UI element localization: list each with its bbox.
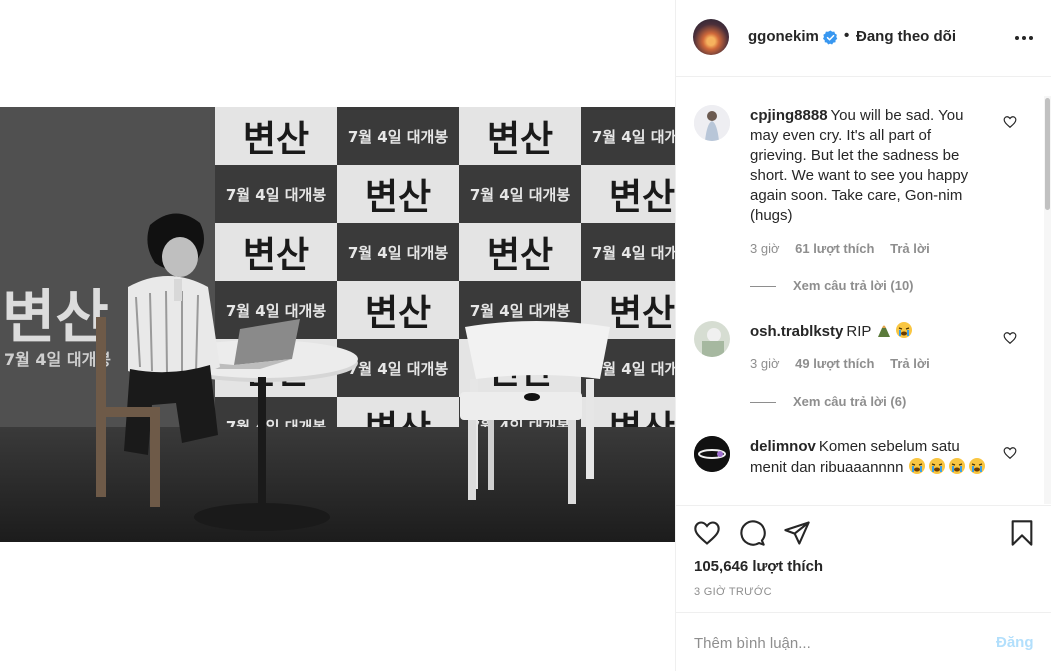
share-icon[interactable] xyxy=(783,519,811,547)
view-replies-label[interactable]: Xem câu trả lời (10) xyxy=(793,278,914,293)
photo-image: 변산7월 4일 대개봉변산7월 4일 대개봉7월 4일 대개봉변산7월 4일 대… xyxy=(0,107,675,542)
comment-text: cpjing8888 You will be sad. You may even … xyxy=(750,106,990,226)
verified-badge-icon xyxy=(823,30,838,45)
post-timestamp: 3 GIỜ TRƯỚC xyxy=(694,586,772,598)
comment-time: 3 giờ xyxy=(750,241,780,256)
svg-text:7월 4일 대개봉: 7월 4일 대개봉 xyxy=(4,350,111,369)
comment-content: RIP xyxy=(846,323,872,340)
comment-like-heart-icon[interactable] xyxy=(1003,331,1017,345)
backdrop-date-text: 7월 4일 대개봉 xyxy=(348,244,449,262)
backdrop-title-text: 변산 xyxy=(609,177,675,218)
comment-meta: 3 giờ 61 lượt thích Trả lời xyxy=(750,241,942,256)
comment-icon[interactable] xyxy=(738,519,766,547)
backdrop-title-text: 변산 xyxy=(243,119,309,160)
avatar-image xyxy=(694,436,730,472)
commenter-username[interactable]: osh.trablksty xyxy=(750,323,843,340)
post-actions: 105,646 lượt thích 3 GIỜ TRƯỚC xyxy=(676,505,1051,605)
comment-time: 3 giờ xyxy=(750,356,780,371)
comment-input[interactable] xyxy=(694,631,974,655)
view-replies-label[interactable]: Xem câu trả lời (6) xyxy=(793,394,906,409)
crying-emoji-icon xyxy=(896,322,913,338)
comment-like-heart-icon[interactable] xyxy=(1003,446,1017,460)
reply-button[interactable]: Trả lời xyxy=(890,356,930,371)
commenter-avatar[interactable] xyxy=(694,436,730,472)
commenter-username[interactable]: delimnov xyxy=(750,438,816,455)
replies-line xyxy=(750,286,776,288)
comment-text: osh.trablksty RIP xyxy=(750,321,990,342)
post-photo[interactable]: 변산7월 4일 대개봉변산7월 4일 대개봉7월 4일 대개봉변산7월 4일 대… xyxy=(0,107,675,542)
backdrop-date-text: 7월 4일 대개봉 xyxy=(470,186,571,204)
post-media: 변산7월 4일 대개봉변산7월 4일 대개봉7월 4일 대개봉변산7월 4일 대… xyxy=(0,0,675,671)
replies-line xyxy=(750,402,776,404)
post-side-panel: ggonekim • Đang theo dõi cpjing8888 You w… xyxy=(675,0,1051,671)
avatar-image xyxy=(694,321,730,357)
svg-text:변산: 변산 xyxy=(2,283,109,351)
more-options-icon[interactable] xyxy=(1014,35,1034,41)
backdrop-date-text: 7월 4일 대개봉 xyxy=(348,360,449,378)
crying-emoji-icon xyxy=(968,458,985,474)
crying-emoji-icon xyxy=(928,458,945,474)
hands-emoji-icon xyxy=(878,325,891,337)
backdrop-date-text: 7월 4일 대개봉 xyxy=(226,302,327,320)
backdrop-title-text: 변산 xyxy=(487,119,553,160)
commenter-username[interactable]: cpjing8888 xyxy=(750,107,828,124)
backdrop-date-text: 7월 4일 대개봉 xyxy=(592,128,675,146)
backdrop-title-text: 변산 xyxy=(365,177,431,218)
commenter-avatar[interactable] xyxy=(694,321,730,357)
comment-like-heart-icon[interactable] xyxy=(1003,115,1017,129)
author-username[interactable]: ggonekim xyxy=(748,28,819,45)
comment-likes[interactable]: 61 lượt thích xyxy=(795,241,874,256)
following-button[interactable]: Đang theo dõi xyxy=(856,28,956,45)
backdrop-date-text: 7월 4일 대개봉 xyxy=(592,244,675,262)
follow-separator: • xyxy=(844,27,850,44)
avatar-image xyxy=(694,105,730,141)
backdrop-date-text: 7월 4일 대개봉 xyxy=(470,302,571,320)
view-replies-button[interactable]: Xem câu trả lời (6) xyxy=(750,394,906,409)
comment-content: You will be sad. You may even cry. It's … xyxy=(750,107,969,224)
backdrop-title-text: 변산 xyxy=(609,293,675,334)
reply-button[interactable]: Trả lời xyxy=(890,241,930,256)
author-avatar[interactable] xyxy=(693,19,729,55)
bookmark-icon[interactable] xyxy=(1008,519,1036,547)
comment-likes[interactable]: 49 lượt thích xyxy=(795,356,874,371)
commenter-avatar[interactable] xyxy=(694,105,730,141)
backdrop-title-text: 변산 xyxy=(487,235,553,276)
comments-scrollbar-thumb[interactable] xyxy=(1045,98,1050,210)
view-replies-button[interactable]: Xem câu trả lời (10) xyxy=(750,278,914,293)
backdrop-title-text: 변산 xyxy=(243,235,309,276)
crying-emoji-icon xyxy=(908,458,925,474)
backdrop-date-text: 7월 4일 대개봉 xyxy=(592,360,675,378)
add-comment-section: Đăng xyxy=(676,612,1051,671)
post-comment-button[interactable]: Đăng xyxy=(996,634,1034,651)
post-header: ggonekim • Đang theo dõi xyxy=(676,0,1051,77)
crying-emoji-icon xyxy=(948,458,965,474)
comment-meta: 3 giờ 49 lượt thích Trả lời xyxy=(750,356,942,371)
backdrop-date-text: 7월 4일 대개봉 xyxy=(348,128,449,146)
backdrop-date-text: 7월 4일 대개봉 xyxy=(226,186,327,204)
heart-icon[interactable] xyxy=(693,519,721,547)
backdrop-title-text: 변산 xyxy=(365,293,431,334)
comments-list: cpjing8888 You will be sad. You may even … xyxy=(676,78,1051,505)
comment-text: delimnov Komen sebelum satu menit dan rib… xyxy=(750,437,990,478)
like-count[interactable]: 105,646 lượt thích xyxy=(694,558,823,575)
